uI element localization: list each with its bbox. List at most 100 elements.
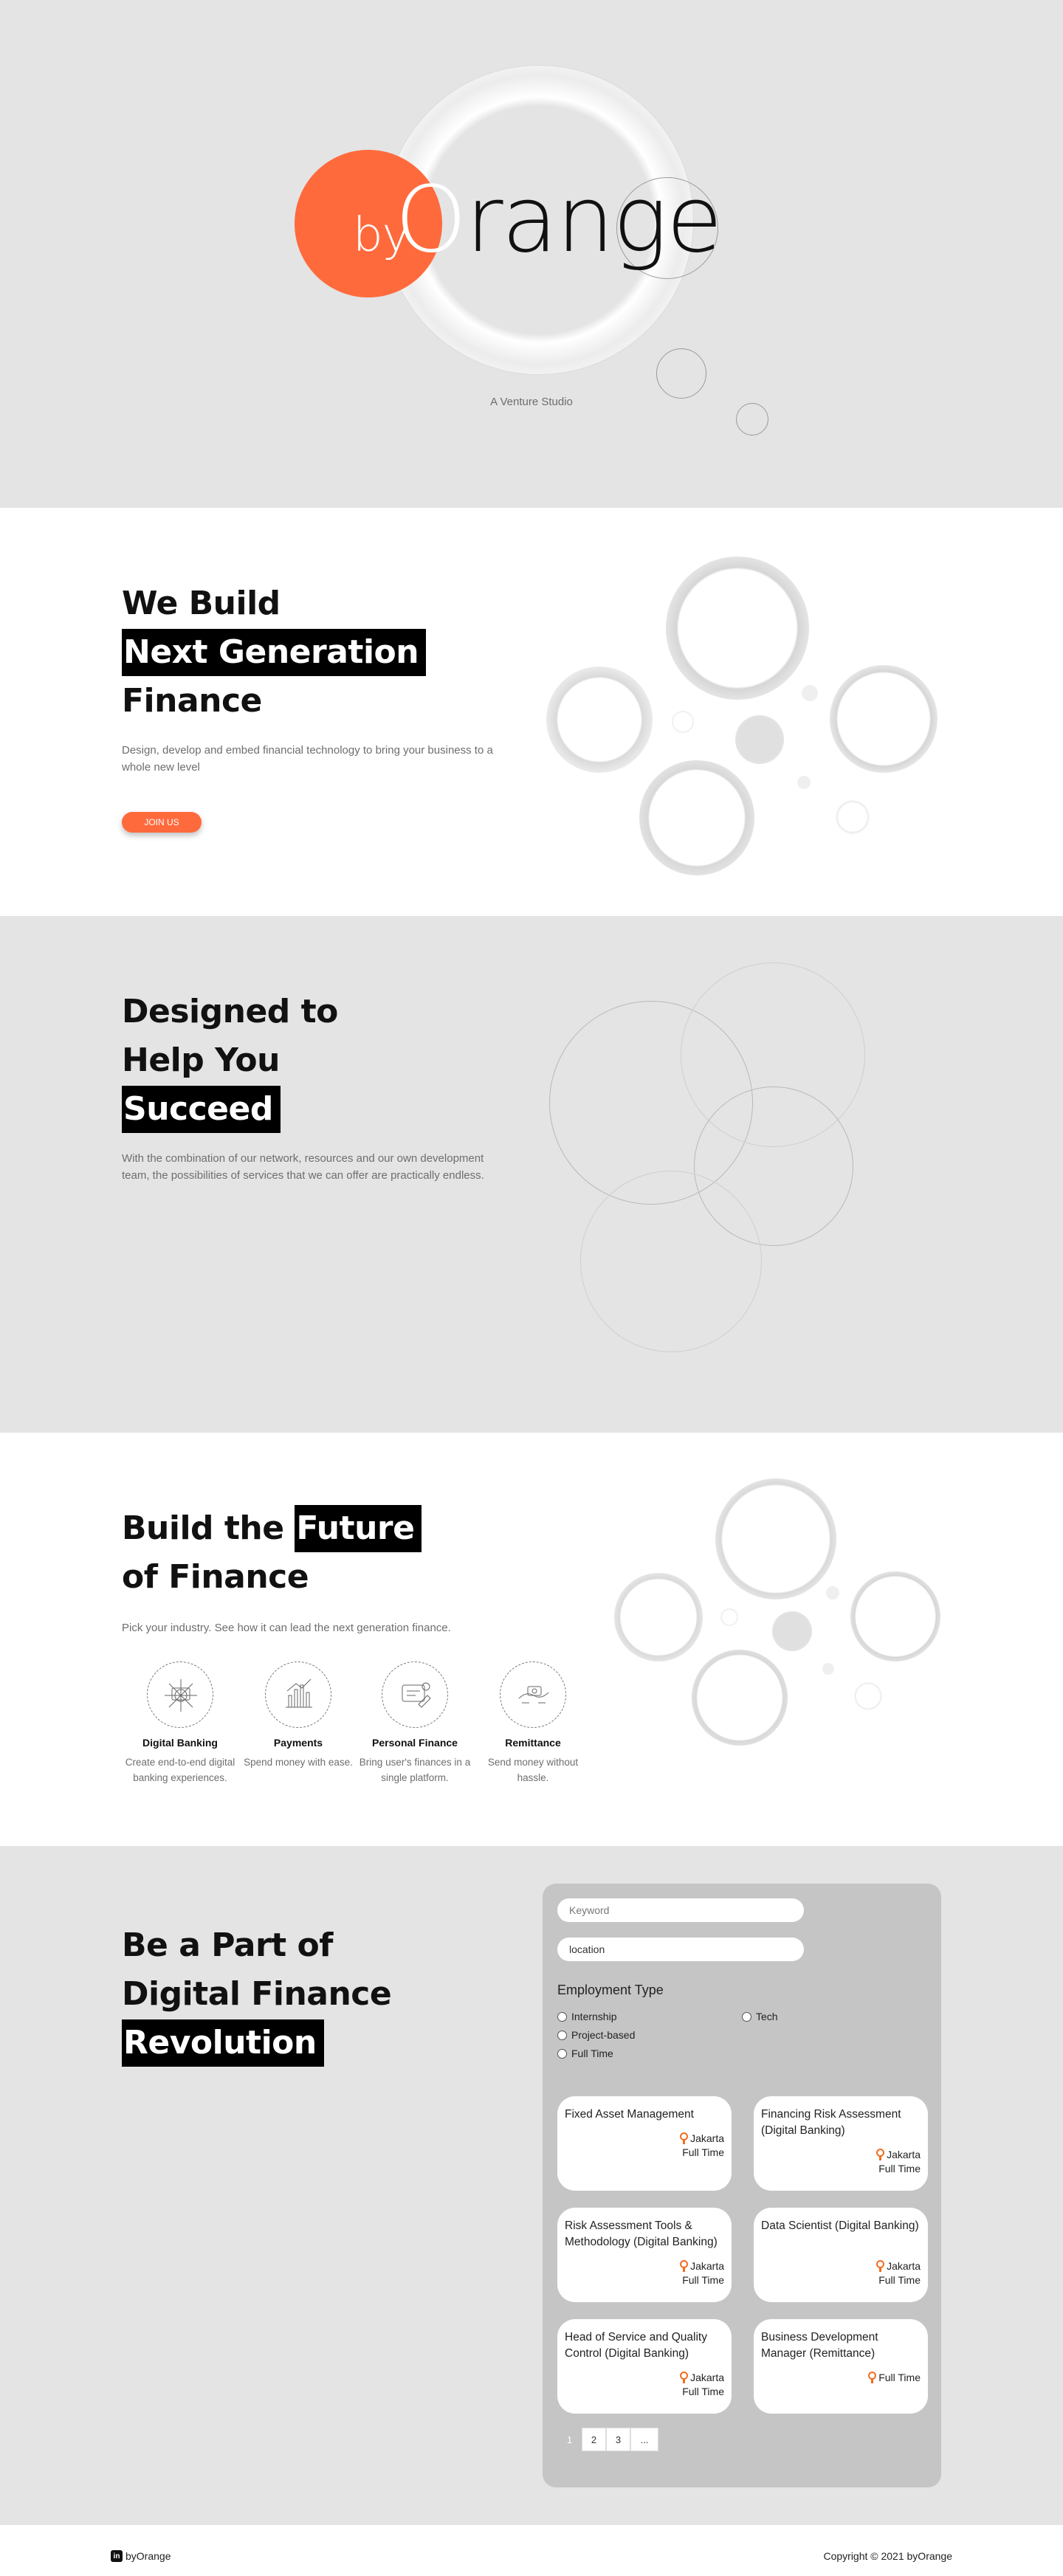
location-pin-icon [680, 2372, 689, 2383]
future-description: Pick your industry. See how it can lead … [122, 1622, 451, 1634]
page-1[interactable]: 1 [557, 2428, 582, 2451]
designed-line2: Help You [122, 1041, 280, 1079]
service-payments[interactable]: Payments Spend money with ease. [240, 1661, 357, 1770]
build-headline: We Build Next Generation Finance [122, 579, 427, 726]
decor-ring [546, 667, 653, 773]
job-card[interactable]: Risk Assessment Tools & Methodology (Dig… [557, 2208, 732, 2302]
job-title: Head of Service and Quality Control (Dig… [565, 2331, 707, 2360]
filter-label: Project-based [571, 2029, 636, 2041]
job-meta: Jakarta Full Time [876, 2148, 921, 2176]
pagination: 1 2 3 ... [557, 2428, 658, 2451]
hero-tagline: A Venture Studio [490, 396, 573, 408]
service-title: Payments [273, 1737, 323, 1749]
decor-dot [772, 1611, 812, 1651]
decor-gradient-ring [580, 1171, 762, 1352]
future-highlight: Future [295, 1505, 422, 1552]
service-desc: Bring user's finances in a single platfo… [359, 1757, 471, 1783]
hero-section: by Orange A Venture Studio [0, 0, 1063, 508]
job-card[interactable]: Head of Service and Quality Control (Dig… [557, 2319, 732, 2414]
filter-tech[interactable]: Tech [742, 2011, 778, 2022]
job-location: Jakarta [690, 2132, 724, 2144]
filter-full-time[interactable]: Full Time [557, 2048, 613, 2059]
radio-icon[interactable] [557, 2030, 567, 2040]
future-line2: of Finance [122, 1558, 309, 1596]
decor-dot [802, 685, 818, 701]
personal-finance-icon [382, 1661, 448, 1728]
careers-line2: Digital Finance [122, 1975, 392, 2013]
bank-network-icon [147, 1661, 213, 1728]
job-type: Full Time [878, 2163, 921, 2174]
job-title: Risk Assessment Tools & Methodology (Dig… [565, 2219, 718, 2248]
radio-icon[interactable] [557, 2011, 567, 2022]
remittance-icon [500, 1661, 566, 1728]
page-2[interactable]: 2 [582, 2428, 606, 2451]
job-meta: Full Time [868, 2371, 921, 2385]
future-section: Build the Future of Finance Pick your in… [0, 1433, 1063, 1846]
build-line1: We Build [122, 585, 281, 622]
designed-section: Designed to Help You Succeed With the co… [0, 916, 1063, 1433]
decor-ring [666, 557, 809, 700]
job-card[interactable]: Fixed Asset Management Jakarta Full Time [557, 2096, 732, 2191]
keyword-input[interactable] [557, 1898, 804, 1922]
job-type: Full Time [682, 2386, 724, 2397]
join-us-button[interactable]: JOIN US [122, 812, 202, 833]
decor-dot [735, 715, 784, 764]
filter-project-based[interactable]: Project-based [557, 2029, 635, 2041]
service-title: Personal Finance [372, 1737, 458, 1749]
careers-highlight: Revolution [122, 2019, 324, 2067]
decor-dot [822, 1663, 834, 1675]
logo-rest: range [465, 167, 723, 273]
job-location: Jakarta [690, 2260, 724, 2272]
copyright: Copyright © 2021 byOrange [823, 2550, 952, 2562]
careers-section: Be a Part of Digital Finance Revolution … [0, 1846, 1063, 2525]
job-title: Business Development Manager (Remittance… [761, 2331, 878, 2360]
filter-label: Full Time [571, 2048, 613, 2059]
service-desc: Send money without hassle. [487, 1757, 579, 1783]
services-row: Digital Banking Create end-to-end digita… [122, 1661, 594, 1824]
page-3[interactable]: 3 [606, 2428, 630, 2451]
job-card[interactable]: Financing Risk Assessment (Digital Banki… [754, 2096, 928, 2191]
job-title: Data Scientist (Digital Banking) [761, 2219, 919, 2232]
job-search-panel: Employment Type Internship Project-based… [543, 1884, 941, 2487]
build-section: We Build Next Generation Finance Design,… [0, 508, 1063, 916]
decor-dot [836, 800, 870, 834]
footer: in byOrange Copyright © 2021 byOrange [0, 2525, 1063, 2576]
location-input[interactable] [557, 1938, 804, 1961]
location-pin-icon [876, 2149, 885, 2160]
decor-ring [614, 1573, 703, 1661]
footer-brand[interactable]: in byOrange [111, 2550, 171, 2562]
service-remittance[interactable]: Remittance Send money without hassle. [475, 1661, 591, 1785]
filter-internship[interactable]: Internship [557, 2011, 616, 2022]
service-title: Digital Banking [142, 1737, 218, 1749]
linkedin-icon[interactable]: in [111, 2550, 123, 2562]
service-desc: Spend money with ease. [244, 1757, 353, 1768]
service-title: Remittance [505, 1737, 561, 1749]
decor-dot [797, 776, 811, 789]
decor-dot [826, 1586, 839, 1599]
designed-headline: Designed to Help You Succeed [122, 988, 338, 1134]
decor-ring [715, 1478, 836, 1599]
radio-icon[interactable] [557, 2048, 567, 2059]
job-type: Full Time [878, 2274, 921, 2286]
careers-headline: Be a Part of Digital Finance Revolution [122, 1921, 392, 2067]
service-personal-finance[interactable]: Personal Finance Bring user's finances i… [357, 1661, 473, 1785]
payment-chart-icon [265, 1661, 331, 1728]
job-card[interactable]: Data Scientist (Digital Banking) Jakarta… [754, 2208, 928, 2302]
build-line3: Finance [122, 682, 262, 720]
job-location: Jakarta [690, 2372, 724, 2383]
job-type: Full Time [878, 2372, 921, 2383]
job-title: Financing Risk Assessment (Digital Banki… [761, 2108, 901, 2137]
designed-description: With the combination of our network, res… [122, 1152, 484, 1182]
designed-line1: Designed to [122, 993, 338, 1030]
service-digital-banking[interactable]: Digital Banking Create end-to-end digita… [122, 1661, 238, 1785]
designed-highlight: Succeed [122, 1086, 281, 1133]
radio-icon[interactable] [742, 2011, 751, 2022]
job-card[interactable]: Business Development Manager (Remittance… [754, 2319, 928, 2414]
page-more[interactable]: ... [630, 2428, 658, 2451]
logo-wordmark: Orange [395, 174, 723, 266]
footer-brand-name: byOrange [125, 2550, 171, 2562]
location-pin-icon [680, 2260, 689, 2272]
service-desc: Create end-to-end digital banking experi… [125, 1757, 235, 1783]
decor-ring [639, 760, 754, 875]
job-meta: Jakarta Full Time [680, 2132, 724, 2160]
